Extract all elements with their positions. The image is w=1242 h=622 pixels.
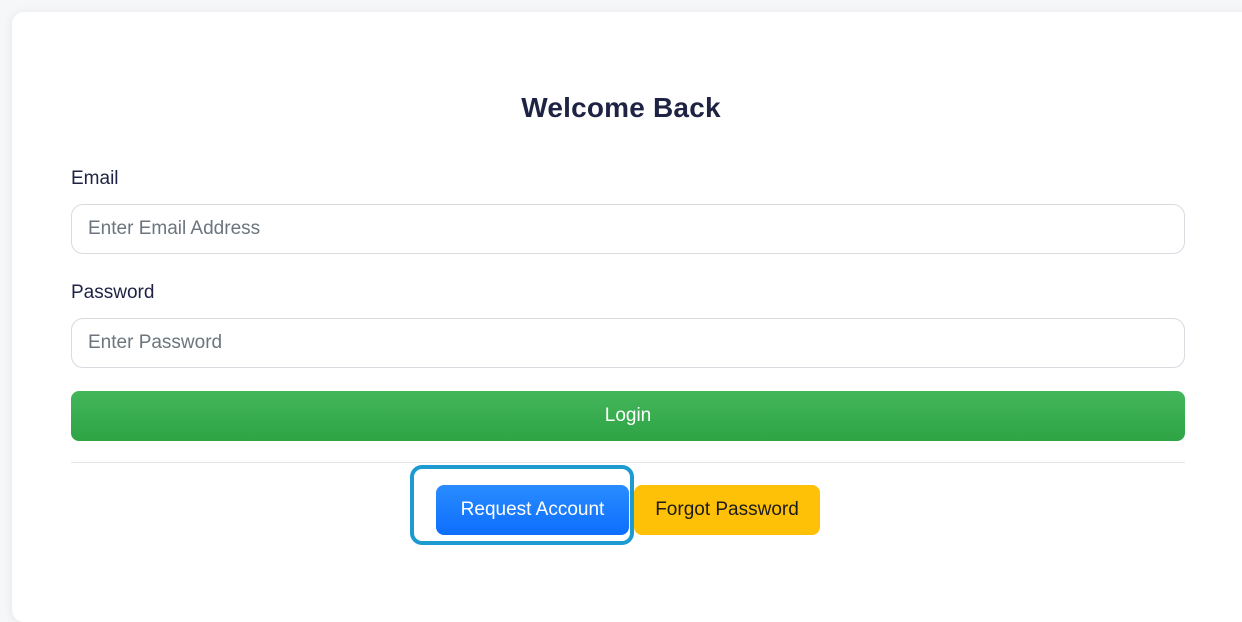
email-label: Email <box>71 168 119 189</box>
divider <box>71 462 1185 463</box>
password-field[interactable] <box>71 318 1185 368</box>
email-field[interactable] <box>71 204 1185 254</box>
password-label: Password <box>71 282 155 303</box>
page-title: Welcome Back <box>521 92 721 123</box>
login-button[interactable]: Login <box>71 391 1185 441</box>
forgot-password-button[interactable]: Forgot Password <box>634 485 820 535</box>
request-account-button[interactable]: Request Account <box>436 485 629 535</box>
